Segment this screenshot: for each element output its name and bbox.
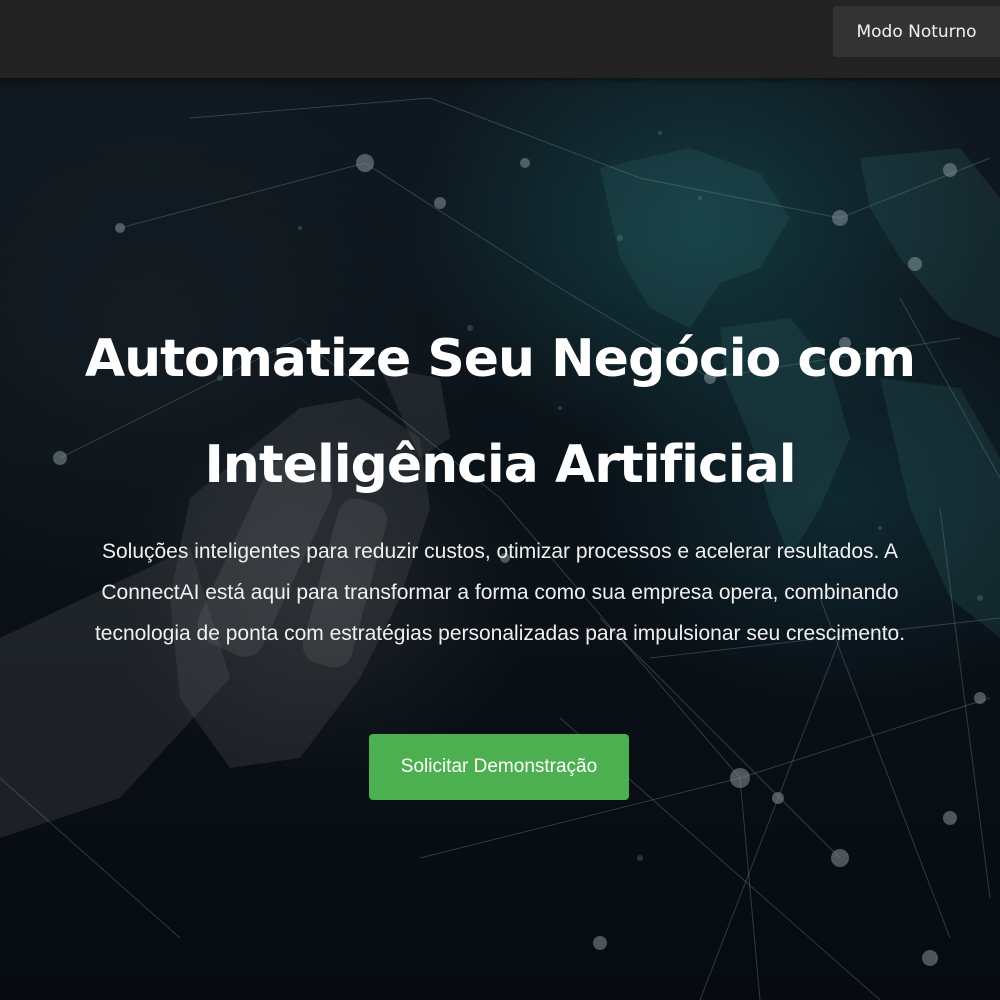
top-bar: Modo Noturno xyxy=(0,0,1000,78)
hero-title: Automatize Seu Negócio com Inteligência … xyxy=(84,329,916,495)
hero-section: Automatize Seu Negócio com Inteligência … xyxy=(0,78,1000,1000)
night-mode-button[interactable]: Modo Noturno xyxy=(833,6,1000,57)
hero-description: Soluções inteligentes para reduzir custo… xyxy=(94,540,906,645)
request-demo-button[interactable]: Solicitar Demonstração xyxy=(369,734,629,800)
